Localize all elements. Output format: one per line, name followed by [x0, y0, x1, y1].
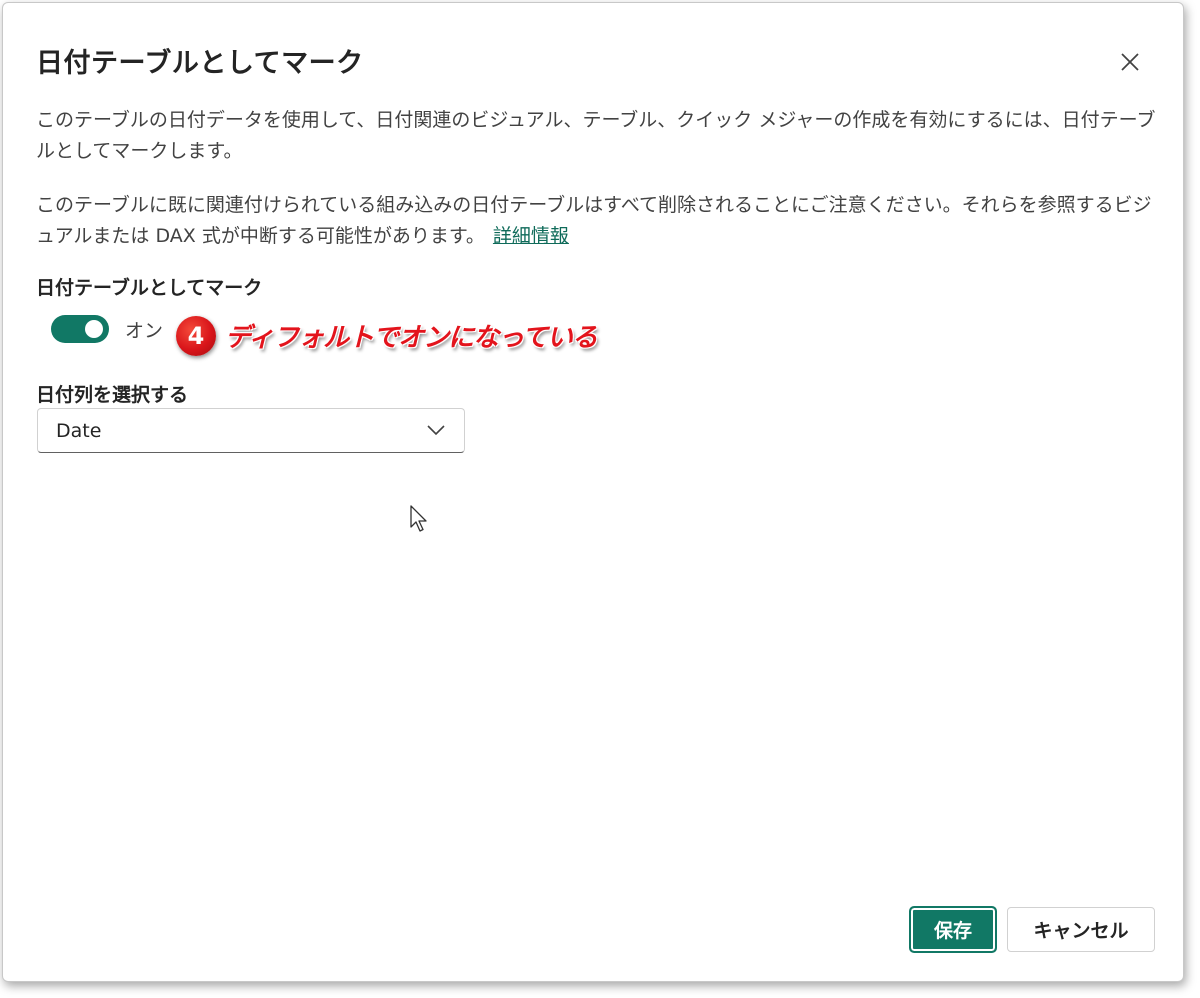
mark-as-date-table-toggle[interactable]	[51, 315, 109, 343]
description-paragraph-2-text: このテーブルに既に関連付けられている組み込みの日付テーブルはすべて削除されること…	[36, 194, 1152, 247]
date-column-label: 日付列を選択する	[36, 384, 189, 406]
chevron-down-icon	[427, 425, 445, 436]
cancel-button[interactable]: キャンセル	[1007, 907, 1155, 952]
learn-more-link[interactable]: 詳細情報	[493, 225, 569, 247]
save-button[interactable]: 保存	[909, 906, 997, 953]
close-button[interactable]	[1113, 45, 1147, 79]
mark-toggle-label: 日付テーブルとしてマーク	[36, 277, 263, 299]
dialog-title: 日付テーブルとしてマーク	[36, 48, 364, 79]
toggle-knob	[85, 320, 103, 338]
mark-as-date-table-dialog: 日付テーブルとしてマーク このテーブルの日付データを使用して、日付関連のビジュア…	[2, 2, 1184, 982]
close-icon	[1121, 53, 1139, 71]
mouse-pointer-icon	[410, 505, 427, 532]
toggle-state-text: オン	[125, 320, 164, 342]
description-paragraph-1: このテーブルの日付データを使用して、日付関連のビジュアル、テーブル、クイック メ…	[36, 109, 1156, 162]
description-paragraph-2: このテーブルに既に関連付けられている組み込みの日付テーブルはすべて削除されること…	[36, 190, 1156, 252]
step-number-badge: 4	[176, 316, 216, 356]
date-column-selected-value: Date	[56, 420, 102, 442]
annotation-callout-text: ディフォルトでオンになっている	[225, 323, 598, 353]
date-column-dropdown[interactable]: Date	[37, 408, 465, 453]
